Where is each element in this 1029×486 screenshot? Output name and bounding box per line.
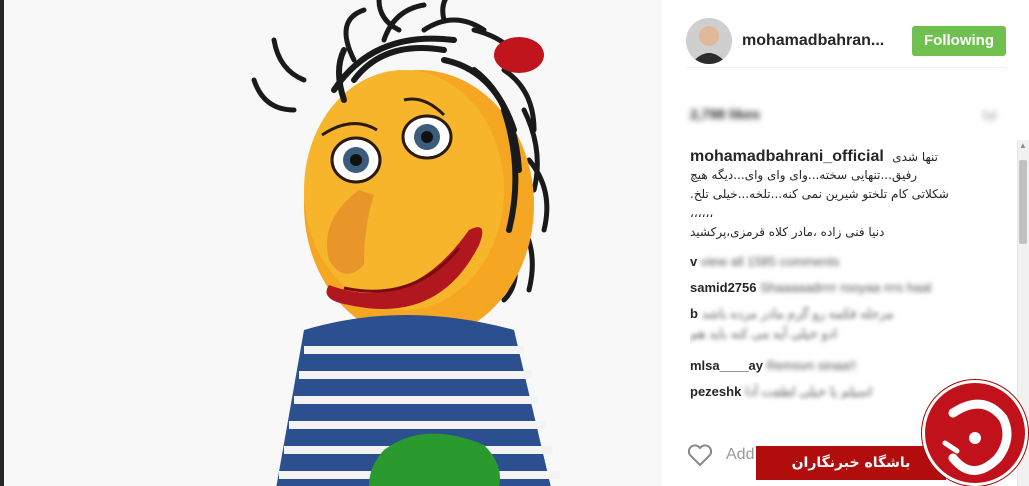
watermark-banner: باشگاه خبرنگاران [756, 446, 946, 480]
comment-username[interactable]: b [690, 306, 698, 321]
post-time[interactable]: 5d [982, 108, 996, 123]
likes-count[interactable]: 2,798 likes [690, 106, 760, 122]
comment-item: samid2756 Shaaaaadrrrr rooyaa rrrs haal [690, 278, 990, 298]
comment-username[interactable]: mlsa____ay [690, 358, 763, 373]
post-caption: mohamadbahrani_official تنها شدی رفیق...… [690, 148, 995, 242]
following-button[interactable]: Following [912, 26, 1006, 56]
watermark-logo-glyph [942, 399, 1012, 475]
comment-text: Remsvn sinaa!! [766, 358, 857, 373]
scrollbar-thumb[interactable] [1019, 160, 1027, 244]
caption-line: ،،،،،، [690, 206, 714, 220]
comment-text: Shaaaaadrrrr rooyaa rrrs haal [760, 280, 932, 295]
comment-text: view all 1585 comments [700, 254, 840, 269]
caption-line: دنیا فنی زاده ،مادر کلاه قرمزی،پرکشید [690, 225, 885, 239]
puppet-image [4, 0, 662, 486]
comment-text: مرحله فکمه رو گرم مادر مرده باشد [701, 306, 894, 321]
comment-username[interactable]: pezeshk [690, 384, 741, 399]
comment-username: v [690, 254, 698, 269]
scroll-up-arrow-icon[interactable]: ▲ [1017, 140, 1029, 152]
caption-username[interactable]: mohamadbahrani_official [690, 148, 884, 165]
comment-username[interactable]: samid2756 [690, 280, 757, 295]
comment-item: b مرحله فکمه رو گرم مادر مرده باشد ادو خ… [690, 304, 990, 350]
avatar[interactable] [686, 17, 732, 64]
post-header: mohamadbahran... Following [686, 14, 1006, 68]
heart-icon[interactable] [686, 441, 714, 469]
news-agency-watermark: باشگاه خبرنگاران [756, 380, 1029, 486]
comment-item: mlsa____ay Remsvn sinaa!! [690, 356, 990, 376]
post-photo[interactable] [4, 0, 662, 486]
watermark-logo-icon [922, 380, 1028, 486]
caption-first-line: تنها شدی [892, 150, 938, 164]
comment-text-continued: ادو خیلی آیه می کنه باید هم [690, 326, 838, 341]
caption-line: رفیق...تنهایی سخته...وای وای وای...دیگه … [690, 168, 918, 182]
avatar-image [686, 17, 732, 64]
caption-line: شکلاتی کام تلختو شیرین نمی کنه...تلخه...… [690, 187, 949, 201]
view-all-comments[interactable]: v view all 1585 comments [690, 252, 990, 272]
post-username[interactable]: mohamadbahran... [742, 32, 892, 50]
